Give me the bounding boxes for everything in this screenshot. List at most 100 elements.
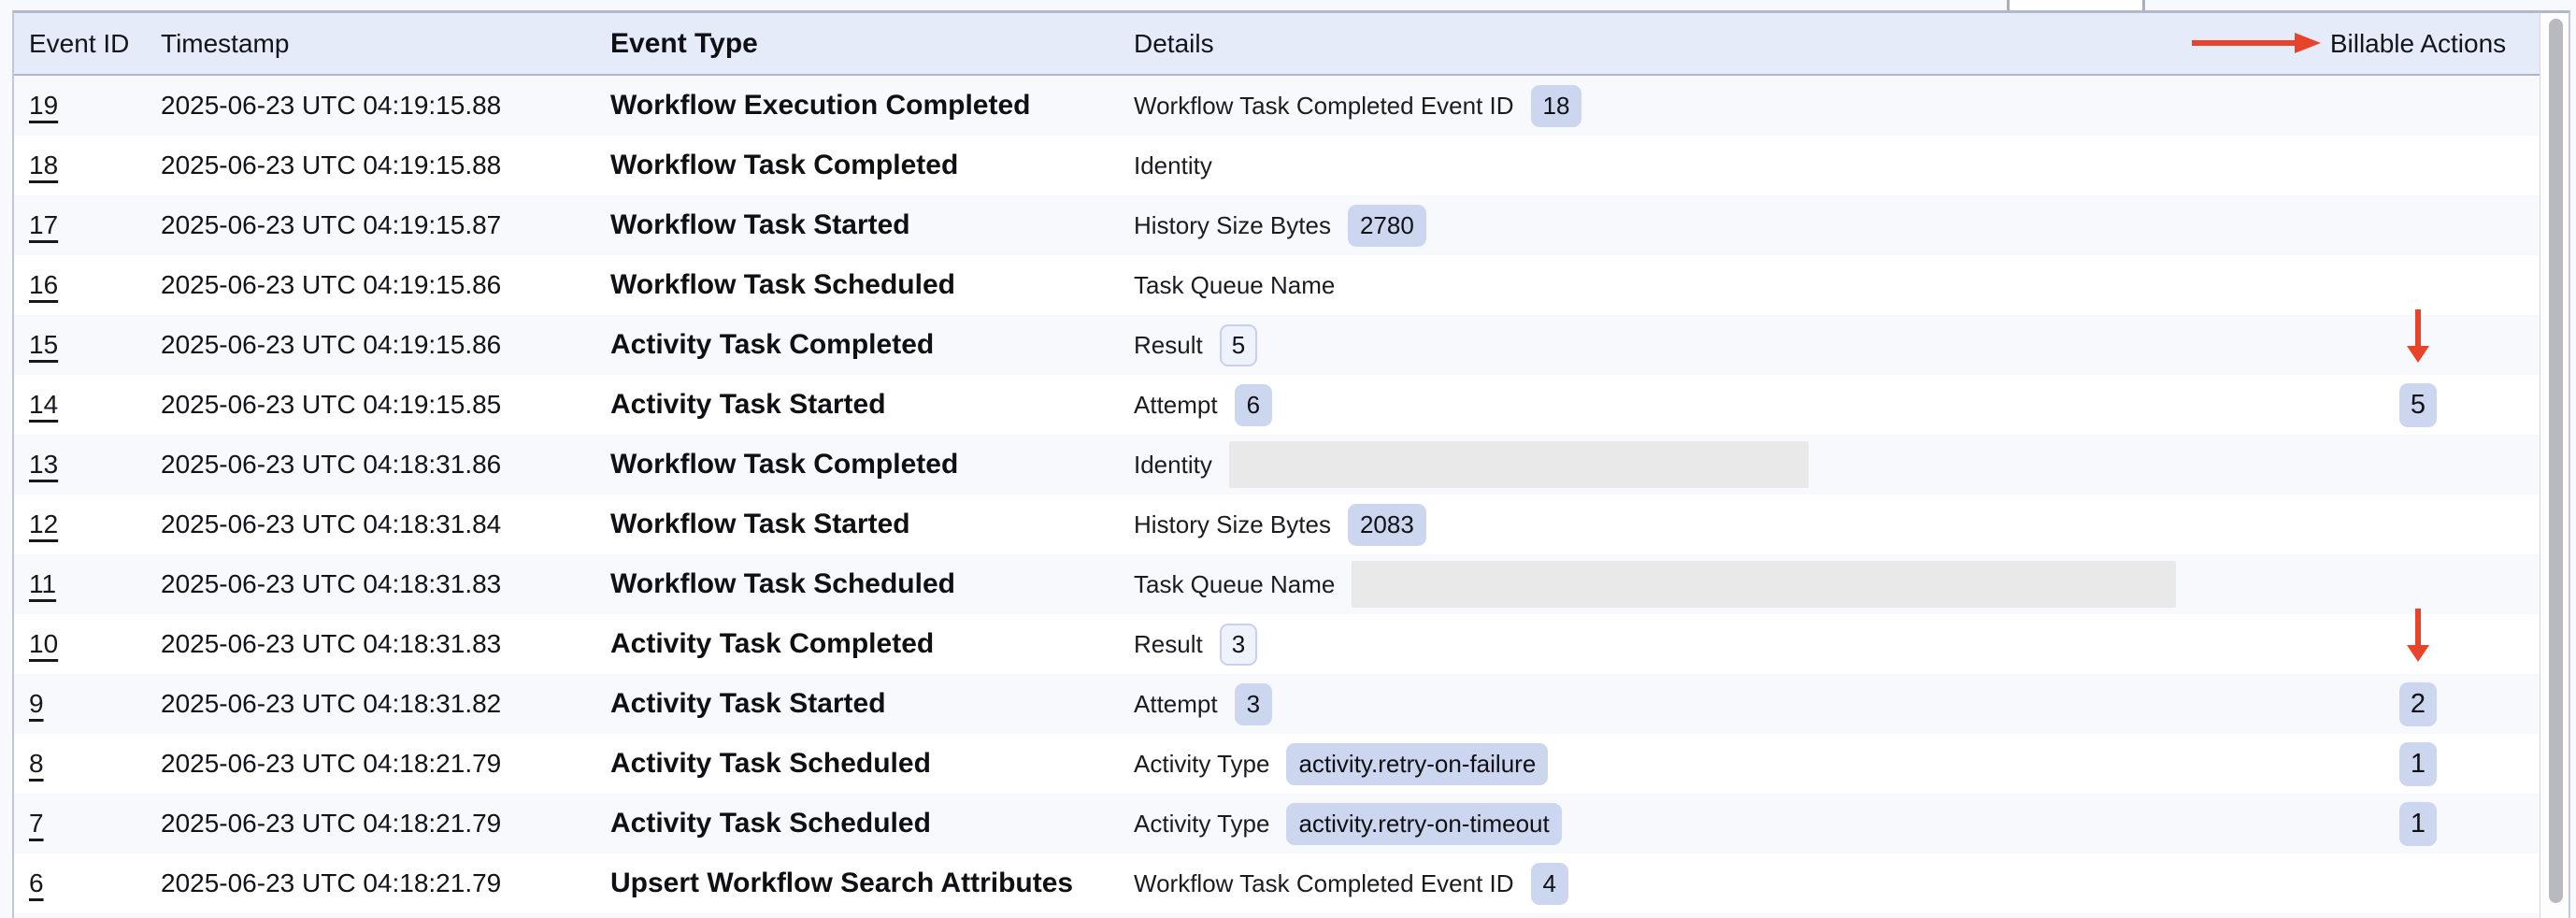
detail-label: Identity	[1134, 151, 1212, 180]
details-cell: Activity Type activity.retry-on-failure	[1134, 743, 2296, 785]
scrollbar-thumb[interactable]	[2549, 19, 2563, 903]
column-header-details: Details	[1134, 29, 2296, 59]
billable-actions-cell	[2296, 614, 2540, 674]
table-row[interactable]: 16 2025-06-23 UTC 04:19:15.86 Workflow T…	[14, 255, 2540, 315]
billable-actions-cell: 1	[2296, 794, 2540, 853]
details-cell: Result 3	[1134, 624, 2296, 666]
event-id-cell: 14	[14, 390, 161, 420]
event-id-link[interactable]: 9	[29, 689, 44, 718]
detail-label: History Size Bytes	[1134, 510, 1331, 539]
event-id-link[interactable]: 11	[29, 569, 56, 598]
table-row[interactable]: 12 2025-06-23 UTC 04:18:31.84 Workflow T…	[14, 495, 2540, 554]
event-id-link[interactable]: 8	[29, 749, 44, 778]
detail-value-badge: 4	[1531, 863, 1568, 905]
event-id-link[interactable]: 10	[29, 629, 58, 658]
redacted-value	[1229, 441, 1809, 488]
table-row[interactable]: 11 2025-06-23 UTC 04:18:31.83 Workflow T…	[14, 554, 2540, 614]
event-id-link[interactable]: 14	[29, 390, 58, 419]
billable-actions-cell: 1	[2296, 734, 2540, 794]
billable-actions-badge: 1	[2399, 802, 2437, 846]
detail-value-badge: 18	[1531, 85, 1582, 127]
event-id-link[interactable]: 18	[29, 151, 58, 179]
billable-actions-cell	[2296, 76, 2540, 136]
billable-actions-cell	[2296, 315, 2540, 375]
details-cell: Identity	[1134, 151, 2296, 180]
event-type: Upsert Workflow Search Attributes	[610, 868, 1134, 899]
details-cell: Attempt 6	[1134, 384, 2296, 426]
table-row[interactable]: 14 2025-06-23 UTC 04:19:15.85 Activity T…	[14, 375, 2540, 435]
event-id-cell: 17	[14, 210, 161, 240]
detail-label: Activity Type	[1134, 750, 1269, 779]
details-cell: Workflow Task Completed Event ID 4	[1134, 863, 2296, 905]
detail-label: Attempt	[1134, 391, 1218, 420]
event-id-link[interactable]: 13	[29, 450, 58, 479]
annotation-arrow-right	[2192, 40, 2295, 46]
timestamp: 2025-06-23 UTC 04:19:15.88	[161, 151, 610, 180]
event-id-cell: 15	[14, 330, 161, 360]
table-row[interactable]: 9 2025-06-23 UTC 04:18:31.82 Activity Ta…	[14, 674, 2540, 734]
event-id-cell: 18	[14, 151, 161, 180]
event-id-cell: 16	[14, 270, 161, 300]
detail-label: Task Queue Name	[1134, 271, 1335, 300]
details-cell: Task Queue Name	[1134, 561, 2296, 608]
details-cell: Task Queue Name	[1134, 271, 2296, 300]
event-id-cell: 9	[14, 689, 161, 719]
event-id-link[interactable]: 12	[29, 509, 58, 538]
timestamp: 2025-06-23 UTC 04:18:21.79	[161, 868, 610, 898]
timestamp: 2025-06-23 UTC 04:19:15.87	[161, 210, 610, 240]
event-id-link[interactable]: 15	[29, 330, 58, 359]
detail-value-badge: activity.retry-on-failure	[1286, 743, 1548, 785]
event-id-cell: 8	[14, 749, 161, 779]
table-row[interactable]: 7 2025-06-23 UTC 04:18:21.79 Activity Ta…	[14, 794, 2540, 853]
event-history-panel: Event ID Timestamp Event Type Details Bi…	[12, 10, 2570, 918]
table-row[interactable]: 10 2025-06-23 UTC 04:18:31.83 Activity T…	[14, 614, 2540, 674]
details-cell: Identity	[1134, 441, 2296, 488]
event-type: Activity Task Scheduled	[610, 748, 1134, 780]
timestamp: 2025-06-23 UTC 04:18:31.82	[161, 689, 610, 719]
event-type: Workflow Execution Completed	[610, 90, 1134, 122]
details-cell: Result 5	[1134, 324, 2296, 366]
table-row[interactable]: 8 2025-06-23 UTC 04:18:21.79 Activity Ta…	[14, 734, 2540, 794]
event-type: Workflow Task Started	[610, 509, 1134, 540]
event-id-link[interactable]: 19	[29, 91, 58, 120]
event-id-cell: 6	[14, 868, 161, 898]
detail-label: Activity Type	[1134, 810, 1269, 839]
details-cell: Attempt 3	[1134, 683, 2296, 725]
timestamp: 2025-06-23 UTC 04:19:15.85	[161, 390, 610, 420]
scrollbar-track[interactable]	[2540, 13, 2568, 918]
timestamp: 2025-06-23 UTC 04:19:15.88	[161, 91, 610, 121]
timestamp: 2025-06-23 UTC 04:18:31.84	[161, 509, 610, 539]
table-row[interactable]: 15 2025-06-23 UTC 04:19:15.86 Activity T…	[14, 315, 2540, 375]
event-id-cell: 7	[14, 809, 161, 839]
billable-actions-cell	[2296, 255, 2540, 315]
annotation-arrow-down	[2415, 309, 2421, 346]
event-id-link[interactable]: 17	[29, 210, 58, 239]
table-row[interactable]: 17 2025-06-23 UTC 04:19:15.87 Workflow T…	[14, 195, 2540, 255]
event-type: Activity Task Completed	[610, 628, 1134, 660]
table-body: 19 2025-06-23 UTC 04:19:15.88 Workflow E…	[14, 76, 2540, 913]
table-header-row: Event ID Timestamp Event Type Details Bi…	[14, 13, 2540, 76]
event-id-cell: 13	[14, 450, 161, 480]
detail-value-badge: 3	[1235, 683, 1272, 725]
timestamp: 2025-06-23 UTC 04:19:15.86	[161, 330, 610, 360]
detail-label: Task Queue Name	[1134, 570, 1335, 599]
billable-actions-cell	[2296, 853, 2540, 913]
event-type: Activity Task Scheduled	[610, 808, 1134, 839]
billable-actions-badge: 5	[2399, 383, 2437, 427]
table-row[interactable]: 18 2025-06-23 UTC 04:19:15.88 Workflow T…	[14, 136, 2540, 195]
table-row[interactable]: 19 2025-06-23 UTC 04:19:15.88 Workflow E…	[14, 76, 2540, 136]
event-id-link[interactable]: 16	[29, 270, 58, 299]
detail-label: Attempt	[1134, 690, 1218, 719]
detail-value-badge: 2083	[1348, 504, 1426, 546]
details-cell: Workflow Task Completed Event ID 18	[1134, 85, 2296, 127]
event-type: Workflow Task Scheduled	[610, 568, 1134, 600]
detail-value-badge: 2780	[1348, 205, 1426, 247]
event-id-link[interactable]: 6	[29, 868, 44, 897]
billable-actions-cell: 2	[2296, 674, 2540, 734]
event-history-table: Event ID Timestamp Event Type Details Bi…	[14, 13, 2540, 918]
table-row[interactable]: 13 2025-06-23 UTC 04:18:31.86 Workflow T…	[14, 435, 2540, 495]
detail-value-badge: activity.retry-on-timeout	[1286, 803, 1561, 845]
event-id-link[interactable]: 7	[29, 809, 44, 838]
billable-actions-badge: 2	[2399, 682, 2437, 726]
table-row[interactable]: 6 2025-06-23 UTC 04:18:21.79 Upsert Work…	[14, 853, 2540, 913]
